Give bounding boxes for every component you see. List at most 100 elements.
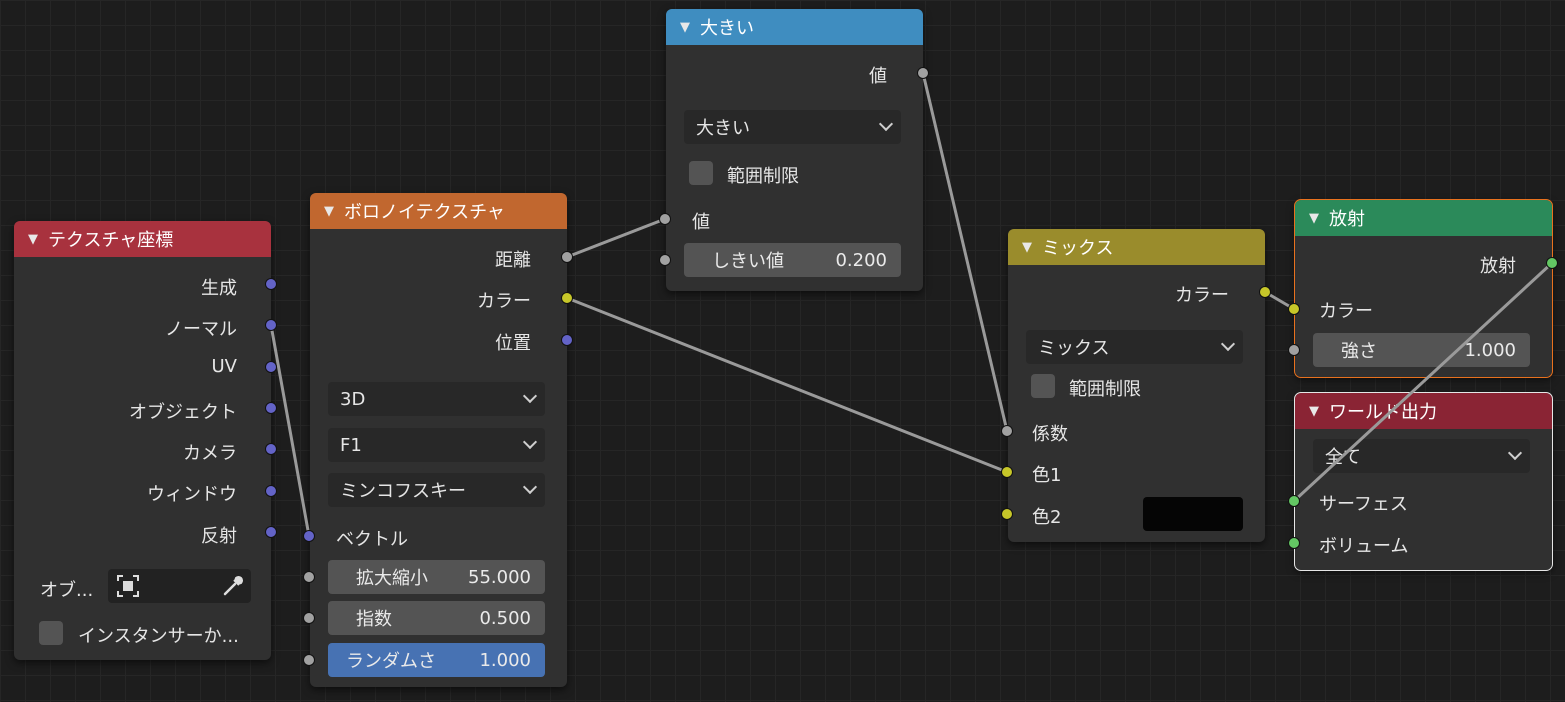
surface-label: サーフェス xyxy=(1319,494,1408,515)
output-object: オブジェクト xyxy=(129,402,237,423)
randomness-value: 1.000 xyxy=(479,649,531,671)
socket-mix-fac[interactable] xyxy=(1001,425,1013,437)
node-title: テクスチャ座標 xyxy=(48,230,174,251)
clamp-label: 範囲制限 xyxy=(1069,379,1141,400)
socket-vector-in[interactable] xyxy=(303,530,315,542)
socket-window[interactable] xyxy=(265,485,277,497)
socket-randomness-in[interactable] xyxy=(303,654,315,666)
node-title: ミックス xyxy=(1042,238,1114,259)
socket-emission-color[interactable] xyxy=(1288,303,1300,315)
texture-coordinate-header[interactable]: ▼ テクスチャ座標 xyxy=(14,221,271,257)
output-color: カラー xyxy=(477,291,531,312)
collapse-triangle-icon[interactable]: ▼ xyxy=(1309,211,1319,226)
operation-dropdown[interactable]: 大きい xyxy=(684,110,901,144)
voronoi-texture-node[interactable]: ▼ ボロノイテクスチャ 距離 カラー 位置 3D F1 ミンコフスキー ベクトル… xyxy=(310,193,567,687)
dimensions-dropdown[interactable]: 3D xyxy=(328,382,545,416)
instancer-checkbox[interactable] xyxy=(39,621,63,645)
output-normal: ノーマル xyxy=(165,319,237,340)
color1-label: 色1 xyxy=(1032,465,1062,486)
socket-distance[interactable] xyxy=(561,251,573,263)
collapse-triangle-icon[interactable]: ▼ xyxy=(28,232,38,247)
chevron-down-icon xyxy=(522,388,538,404)
socket-reflection[interactable] xyxy=(265,526,277,538)
object-field[interactable] xyxy=(108,569,251,603)
color-input-label: カラー xyxy=(1319,301,1373,322)
socket-object[interactable] xyxy=(265,402,277,414)
target-dropdown[interactable]: 全て xyxy=(1313,439,1530,473)
socket-scale-in[interactable] xyxy=(303,571,315,583)
math-greater-than-node[interactable]: ▼ 大きい 値 大きい 範囲制限 値 しきい値 0.200 xyxy=(666,9,923,291)
node-title: ワールド出力 xyxy=(1329,402,1437,423)
output-reflection: 反射 xyxy=(201,526,237,547)
socket-exponent-in[interactable] xyxy=(303,612,315,624)
color2-label: 色2 xyxy=(1032,507,1062,528)
socket-uv[interactable] xyxy=(265,361,277,373)
collapse-triangle-icon[interactable]: ▼ xyxy=(1309,404,1319,419)
chevron-down-icon xyxy=(1220,336,1236,352)
target-value: 全て xyxy=(1325,447,1361,468)
socket-math-input-threshold[interactable] xyxy=(659,254,671,266)
output-value: 値 xyxy=(869,66,887,87)
collapse-triangle-icon[interactable]: ▼ xyxy=(1022,240,1032,255)
socket-math-output[interactable] xyxy=(917,67,929,79)
node-title: 大きい xyxy=(700,18,754,39)
randomness-field[interactable]: ランダムさ 1.000 xyxy=(328,643,545,677)
world-output-node[interactable]: ▼ ワールド出力 全て サーフェス ボリューム xyxy=(1294,392,1553,571)
mix-header[interactable]: ▼ ミックス xyxy=(1008,229,1265,265)
blend-dropdown[interactable]: ミックス xyxy=(1026,330,1243,364)
threshold-label: しきい値 xyxy=(712,251,784,272)
exponent-field[interactable]: 指数 0.500 xyxy=(328,601,545,635)
operation-value: 大きい xyxy=(696,118,750,139)
voronoi-header[interactable]: ▼ ボロノイテクスチャ xyxy=(310,193,567,229)
object-cube-icon xyxy=(117,575,139,597)
socket-mix-output[interactable] xyxy=(1259,286,1271,298)
color2-swatch[interactable] xyxy=(1143,497,1243,531)
clamp-checkbox[interactable] xyxy=(689,161,713,185)
feature-dropdown[interactable]: F1 xyxy=(328,428,545,462)
threshold-field[interactable]: しきい値 0.200 xyxy=(684,243,901,277)
socket-mix-color1[interactable] xyxy=(1001,466,1013,478)
feature-value: F1 xyxy=(340,434,362,456)
socket-math-input-value[interactable] xyxy=(659,213,671,225)
output-distance: 距離 xyxy=(495,250,531,271)
socket-surface[interactable] xyxy=(1288,495,1300,507)
eyedropper-icon[interactable] xyxy=(221,574,245,598)
socket-generated[interactable] xyxy=(265,278,277,290)
scale-label: 拡大縮小 xyxy=(356,568,428,589)
socket-mix-color2[interactable] xyxy=(1001,508,1013,520)
world-output-header[interactable]: ▼ ワールド出力 xyxy=(1295,393,1552,429)
socket-position[interactable] xyxy=(561,334,573,346)
socket-volume[interactable] xyxy=(1288,537,1300,549)
socket-color-out[interactable] xyxy=(561,292,573,304)
chevron-down-icon xyxy=(1507,445,1523,461)
node-title: 放射 xyxy=(1329,209,1365,230)
node-title: ボロノイテクスチャ xyxy=(344,202,505,223)
chevron-down-icon xyxy=(878,116,894,132)
object-label: オブ... xyxy=(40,580,94,601)
socket-emission-output[interactable] xyxy=(1546,257,1558,269)
strength-field[interactable]: 強さ 1.000 xyxy=(1313,333,1530,367)
threshold-value: 0.200 xyxy=(835,249,887,271)
socket-camera[interactable] xyxy=(265,443,277,455)
mix-node[interactable]: ▼ ミックス カラー ミックス 範囲制限 係数 色1 色2 xyxy=(1008,229,1265,542)
emission-node[interactable]: ▼ 放射 放射 カラー 強さ 1.000 xyxy=(1294,199,1553,378)
clamp-checkbox[interactable] xyxy=(1031,374,1055,398)
vector-label: ベクトル xyxy=(336,529,408,550)
math-header[interactable]: ▼ 大きい xyxy=(666,9,923,45)
metric-dropdown[interactable]: ミンコフスキー xyxy=(328,473,545,507)
fac-label: 係数 xyxy=(1032,424,1068,445)
collapse-triangle-icon[interactable]: ▼ xyxy=(680,20,690,35)
socket-emission-strength[interactable] xyxy=(1288,344,1300,356)
strength-value: 1.000 xyxy=(1464,339,1516,361)
scale-field[interactable]: 拡大縮小 55.000 xyxy=(328,560,545,594)
exponent-label: 指数 xyxy=(356,609,392,630)
emission-header[interactable]: ▼ 放射 xyxy=(1295,200,1552,236)
collapse-triangle-icon[interactable]: ▼ xyxy=(324,204,334,219)
output-emission: 放射 xyxy=(1480,256,1516,277)
socket-normal[interactable] xyxy=(265,319,277,331)
instancer-label: インスタンサーか... xyxy=(78,626,239,647)
chevron-down-icon xyxy=(522,479,538,495)
texture-coordinate-node[interactable]: ▼ テクスチャ座標 生成 ノーマル UV オブジェクト カメラ ウィンドウ 反射… xyxy=(14,221,271,660)
output-generated: 生成 xyxy=(201,278,237,299)
randomness-label: ランダムさ xyxy=(346,651,436,672)
